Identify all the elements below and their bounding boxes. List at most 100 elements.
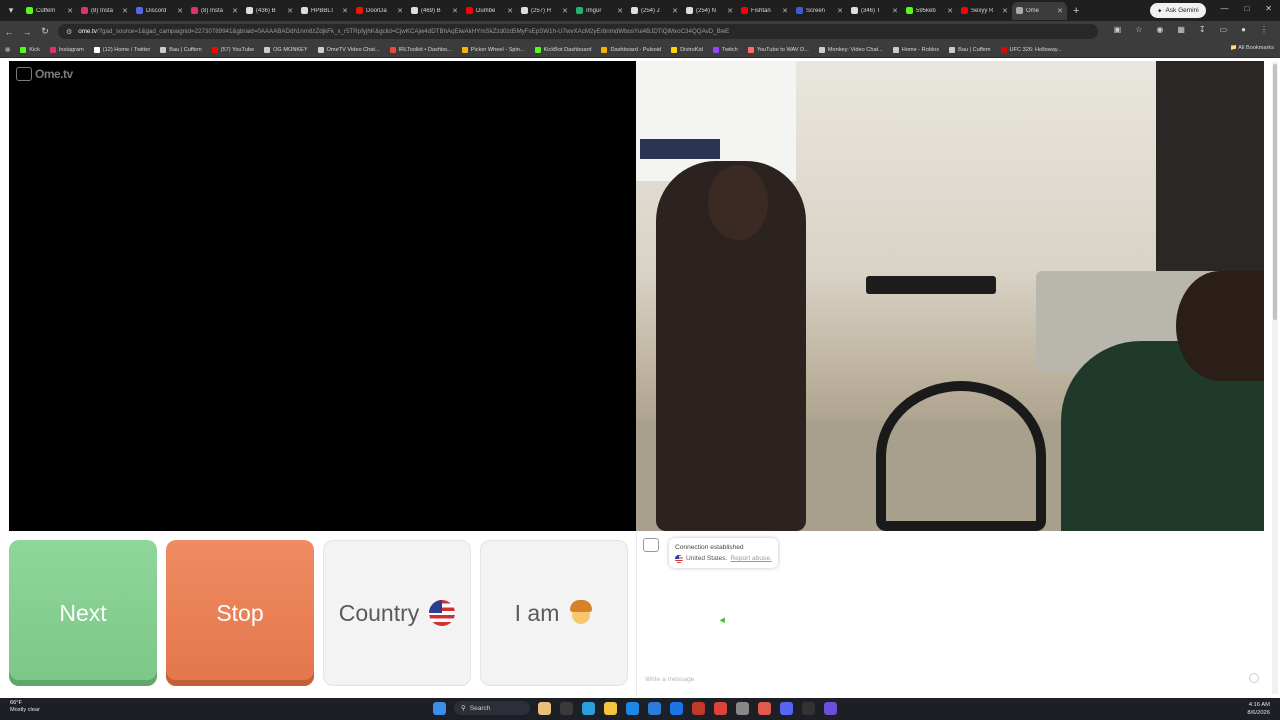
ometv-logo[interactable]: Ome.tv [16,67,73,81]
bookmark-item[interactable]: Monkey: Video Chat... [814,46,888,53]
tab-close-icon[interactable]: ✕ [67,7,73,15]
bookmark-item[interactable]: Instagram [45,46,89,53]
bookmark-item[interactable]: Home - Roblox [888,46,944,53]
browser-tab[interactable]: DoorDa ✕ [352,2,407,20]
bookmark-item[interactable]: Dashboard - Pulsoid [596,46,666,53]
download-icon[interactable]: ↧ [1199,25,1206,34]
bookmark-item[interactable]: UFC 326: Holloway... [996,46,1067,53]
bookmark-item[interactable]: (12) Home / Twitter [89,46,155,53]
browser-tab[interactable]: Screen ✕ [792,2,847,20]
taskbar-app-icon[interactable] [802,701,815,715]
browser-tab[interactable]: (8) Insta ✕ [77,2,132,20]
tab-close-icon[interactable]: ✕ [782,7,788,15]
taskbar-app-icon[interactable] [714,701,727,715]
taskbar-app-icon[interactable] [692,701,705,715]
taskbar-app-icon[interactable] [648,701,661,715]
browser-tab[interactable]: Dumbe ✕ [462,2,517,20]
browser-tab[interactable]: (257) H ✕ [517,2,572,20]
browser-tab[interactable]: (8) Insta ✕ [187,2,242,20]
bookmark-item[interactable]: YouTube to WAV D... [743,46,814,53]
tab-close-icon[interactable]: ✕ [342,7,348,15]
bookmark-item[interactable]: Kick [15,46,45,53]
bookmark-item[interactable]: Twitch [708,46,743,53]
forward-arrow-icon[interactable]: → [18,27,36,37]
bookmark-item[interactable]: OmeTV Video Chat... [313,46,385,53]
chat-message-input[interactable] [643,671,1247,687]
taskbar-app-icon[interactable] [736,701,749,715]
taskbar-app-icon[interactable] [670,701,683,715]
page-scrollbar-thumb[interactable] [1273,64,1277,320]
browser-tab[interactable]: Sexyy R ✕ [957,2,1012,20]
stop-button[interactable]: Stop [166,540,314,686]
reload-icon[interactable]: ↻ [36,26,54,37]
browser-tab[interactable]: (254) J ✕ [627,2,682,20]
taskbar-app-icon[interactable] [604,701,617,715]
tab-close-icon[interactable]: ✕ [617,7,623,15]
maximize-icon[interactable]: □ [1244,4,1249,13]
tab-close-icon[interactable]: ✕ [1002,7,1008,15]
bookmark-item[interactable]: IRLToolkit • Dashbo... [385,46,457,53]
close-window-icon[interactable]: ✕ [1265,4,1272,13]
bookmark-item[interactable]: OG MONKEY [259,46,313,53]
extension-icon[interactable]: ◉ [1156,25,1163,34]
browser-tab[interactable]: (254) N ✕ [682,2,737,20]
taskbar-app-icon[interactable] [560,701,573,715]
next-button[interactable]: Next [9,540,157,686]
tab-close-icon[interactable]: ✕ [727,7,733,15]
browser-tab[interactable]: HPBBLT ✕ [297,2,352,20]
ask-gemini-button[interactable]: ✦ Ask Gemini [1150,3,1206,18]
tab-close-icon[interactable]: ✕ [287,7,293,15]
puzzle-icon[interactable]: ▦ [1177,25,1185,34]
apps-grid-icon[interactable]: ▦ [0,47,15,53]
address-bar[interactable]: ⚙ ome.tv/?gad_source=1&gad_campaignid=22… [58,24,1098,39]
browser-tab[interactable]: Fishtan ✕ [737,2,792,20]
system-clock[interactable]: 4:16 AM 8/6/2026 [1247,701,1270,717]
menu-kebab-icon[interactable]: ⋮ [1260,25,1268,34]
tab-search-icon[interactable]: ▾ [0,5,22,16]
browser-tab[interactable]: Imgur ✕ [572,2,627,20]
tab-close-icon[interactable]: ✕ [1057,7,1063,15]
gender-select-button[interactable]: I am [480,540,628,686]
tab-close-icon[interactable]: ✕ [232,7,238,15]
bookmark-star-icon[interactable]: ☆ [1135,25,1142,34]
site-info-icon[interactable]: ⚙ [66,28,72,36]
windows-start-icon[interactable] [433,701,446,715]
sidepanel-icon[interactable]: ▭ [1220,25,1228,34]
tab-close-icon[interactable]: ✕ [452,7,458,15]
taskbar-app-icon[interactable] [758,701,771,715]
cast-icon[interactable]: ▣ [1114,25,1122,34]
tab-close-icon[interactable]: ✕ [397,7,403,15]
report-abuse-link[interactable]: Report abuse. [730,553,771,564]
taskbar-app-icon[interactable] [780,701,793,715]
browser-tab[interactable]: 595keb ✕ [902,2,957,20]
bookmark-item[interactable]: Bau | Cuffem [155,46,206,53]
taskbar-app-icon[interactable] [626,701,639,715]
weather-widget[interactable]: 66°F Mostly clear [10,700,40,714]
bookmark-item[interactable]: KickBot Dashboard [530,46,597,53]
tab-close-icon[interactable]: ✕ [672,7,678,15]
taskbar-app-icon[interactable] [824,701,837,715]
all-bookmarks-link[interactable]: 📁 All Bookmarks [1230,45,1274,51]
tab-close-icon[interactable]: ✕ [177,7,183,15]
back-arrow-icon[interactable]: ← [0,27,18,37]
tab-close-icon[interactable]: ✕ [837,7,843,15]
profile-icon[interactable]: ● [1241,25,1246,34]
taskbar-app-icon[interactable] [582,701,595,715]
browser-tab[interactable]: (469) B ✕ [407,2,462,20]
browser-tab[interactable]: Cuffem ✕ [22,2,77,20]
tab-close-icon[interactable]: ✕ [562,7,568,15]
taskbar-app-icon[interactable] [538,701,551,715]
browser-tab[interactable]: (346) T ✕ [847,2,902,20]
bookmark-item[interactable]: (57) YouTube [207,46,259,53]
bookmark-item[interactable]: DistroKid [666,46,708,53]
browser-tab[interactable]: Discord ✕ [132,2,187,20]
tab-close-icon[interactable]: ✕ [507,7,513,15]
emoji-icon[interactable] [1249,673,1259,683]
browser-tab[interactable]: Ome ✕ [1012,1,1067,20]
bookmark-item[interactable]: Picker Wheel - Spin... [457,46,530,53]
tab-close-icon[interactable]: ✕ [947,7,953,15]
country-filter-button[interactable]: Country [323,540,471,686]
minimize-icon[interactable]: — [1220,4,1228,13]
bookmark-item[interactable]: Bau | Cuffem [944,46,995,53]
browser-tab[interactable]: (436) B ✕ [242,2,297,20]
